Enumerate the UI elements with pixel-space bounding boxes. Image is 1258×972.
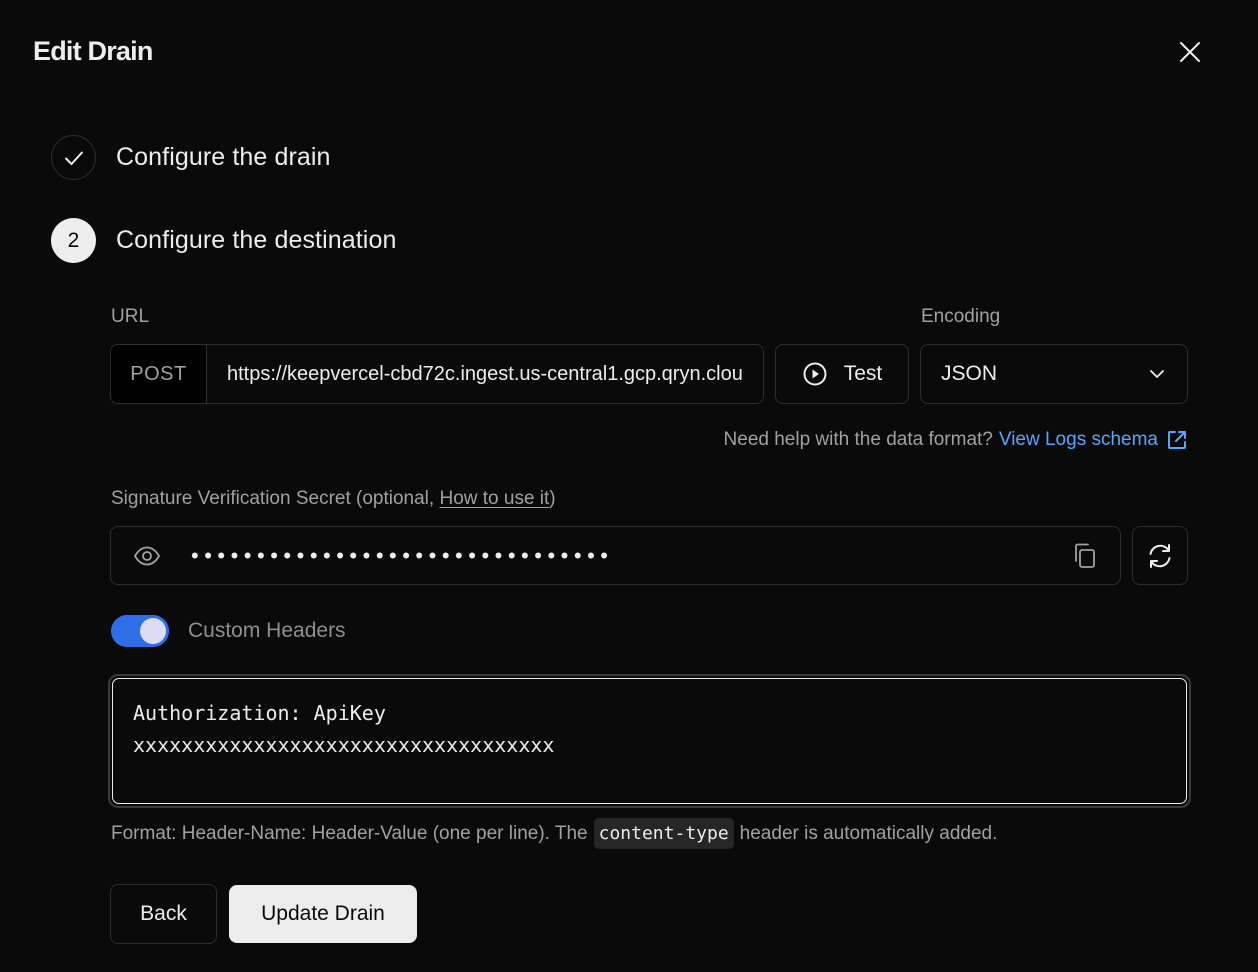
test-button[interactable]: Test bbox=[775, 344, 909, 404]
encoding-label: Encoding bbox=[921, 306, 1001, 327]
test-button-label: Test bbox=[843, 362, 883, 385]
url-field-group: POST bbox=[110, 344, 764, 404]
copy-secret-button[interactable] bbox=[1072, 542, 1098, 570]
close-icon bbox=[1180, 42, 1200, 62]
step-configure-destination: 2 Configure the destination bbox=[51, 218, 396, 263]
play-circle-icon bbox=[803, 362, 827, 386]
headers-focus-ring: Authorization: ApiKey xxxxxxxxxxxxxxxxxx… bbox=[108, 674, 1191, 808]
custom-headers-label: Custom Headers bbox=[188, 619, 346, 642]
edit-drain-dialog: Edit Drain Configure the drain 2 Configu… bbox=[0, 0, 1258, 972]
view-logs-schema-link[interactable]: View Logs schema bbox=[999, 429, 1188, 451]
custom-headers-toggle[interactable] bbox=[111, 615, 169, 647]
step-configure-drain[interactable]: Configure the drain bbox=[51, 135, 331, 180]
external-link-icon bbox=[1168, 431, 1186, 449]
dialog-title: Edit Drain bbox=[33, 36, 153, 66]
content-type-code: content-type bbox=[593, 818, 734, 849]
check-icon bbox=[64, 151, 83, 165]
close-button[interactable] bbox=[1174, 36, 1206, 68]
update-drain-button[interactable]: Update Drain bbox=[229, 885, 417, 943]
step-label: Configure the destination bbox=[116, 226, 397, 254]
help-text: Need help with the data format? bbox=[723, 429, 993, 450]
step-complete-indicator bbox=[51, 135, 96, 180]
headers-format-hint: Format: Header-Name: Header-Value (one p… bbox=[111, 818, 997, 849]
http-method: POST bbox=[111, 345, 207, 403]
custom-headers-textarea[interactable]: Authorization: ApiKey xxxxxxxxxxxxxxxxxx… bbox=[112, 678, 1187, 804]
refresh-icon bbox=[1149, 543, 1171, 568]
regenerate-secret-button[interactable] bbox=[1132, 526, 1188, 585]
url-input[interactable] bbox=[207, 345, 763, 403]
step-number: 2 bbox=[51, 218, 96, 263]
secret-field: •••••••••••••••••••••••••••••••• bbox=[110, 526, 1121, 585]
back-button[interactable]: Back bbox=[110, 884, 217, 944]
chevron-down-icon bbox=[1150, 370, 1164, 378]
how-to-use-link[interactable]: How to use it bbox=[439, 488, 549, 509]
url-label: URL bbox=[111, 306, 150, 327]
copy-icon bbox=[1075, 543, 1095, 568]
show-secret-button[interactable] bbox=[133, 546, 161, 566]
encoding-select[interactable]: JSON bbox=[920, 344, 1188, 404]
eye-icon bbox=[133, 546, 161, 565]
data-format-help: Need help with the data format? View Log… bbox=[724, 429, 1188, 451]
toggle-knob bbox=[140, 618, 166, 644]
step-label: Configure the drain bbox=[116, 143, 331, 171]
encoding-selected-value: JSON bbox=[941, 362, 998, 385]
secret-label: Signature Verification Secret (optional,… bbox=[111, 488, 556, 509]
secret-masked-value[interactable]: •••••••••••••••••••••••••••••••• bbox=[191, 543, 1072, 569]
